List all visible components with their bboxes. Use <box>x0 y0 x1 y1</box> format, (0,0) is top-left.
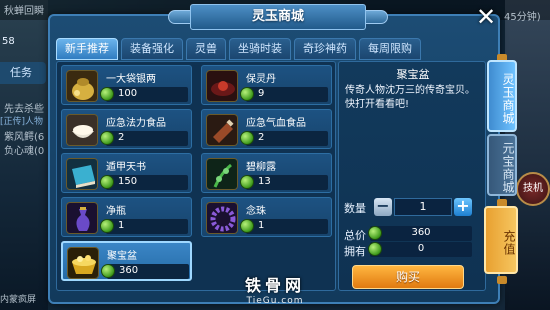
total-price-box: 360 <box>368 226 472 241</box>
item-name: 应急法力食品 <box>106 118 166 129</box>
tab-mounts[interactable]: 坐骑时装 <box>229 38 291 60</box>
close-icon[interactable]: ✕ <box>474 5 498 30</box>
book-icon <box>66 158 98 190</box>
beads-icon <box>206 202 238 234</box>
item-price: 2 <box>240 131 328 146</box>
buy-button[interactable]: 购买 <box>352 265 464 289</box>
owned-value: 0 <box>417 243 425 254</box>
total-label: 总价 <box>344 229 366 242</box>
skill-button[interactable]: 技机 <box>516 172 550 206</box>
price-value: 13 <box>258 176 271 187</box>
tab-equipment[interactable]: 装备强化 <box>121 38 183 60</box>
price-value: 2 <box>118 132 125 143</box>
item-grid: 一大袋银两 100 保灵丹 9 应急法力食品 2 应急气血食品 2 遁甲天书 1… <box>56 61 336 291</box>
item-price: 1 <box>240 219 328 234</box>
price-value: 100 <box>118 88 138 99</box>
tab-weekly-limited[interactable]: 每周限购 <box>359 38 421 60</box>
treasure-bowl-icon <box>67 247 99 279</box>
jade-coin-icon <box>100 219 114 233</box>
window-title: 灵玉商城 <box>190 4 366 30</box>
jade-coin-icon <box>101 264 115 278</box>
item-card[interactable]: 净瓶 1 <box>61 197 192 237</box>
quantity-minus-button[interactable]: − <box>374 198 392 216</box>
price-value: 2 <box>258 132 265 143</box>
item-name: 遁甲天书 <box>106 162 146 173</box>
quantity-label: 数量 <box>344 202 366 215</box>
quantity-plus-button[interactable]: + <box>454 198 472 216</box>
item-name: 一大袋银两 <box>106 74 156 85</box>
top-right-text: 45分钟) <box>504 12 541 23</box>
pill-icon <box>206 70 238 102</box>
item-name: 保灵丹 <box>246 74 276 85</box>
item-card[interactable]: 碧柳露 13 <box>201 153 332 193</box>
item-price: 360 <box>101 264 189 279</box>
side-tab-knob <box>497 276 507 284</box>
price-value: 360 <box>119 265 139 276</box>
item-name: 净瓶 <box>106 206 126 217</box>
watermark-sub: TieGu.com <box>246 296 304 306</box>
item-card[interactable]: 念珠 1 <box>201 197 332 237</box>
item-card[interactable]: 保灵丹 9 <box>201 65 332 105</box>
price-value: 1 <box>258 220 265 231</box>
jade-coin-icon <box>100 175 114 189</box>
tab-rare-medicine[interactable]: 奇珍神药 <box>294 38 356 60</box>
total-price-value: 360 <box>411 227 431 238</box>
jade-coin-icon <box>100 87 114 101</box>
item-price: 2 <box>100 131 188 146</box>
jade-coin-icon <box>240 87 254 101</box>
category-tabs: 新手推荐 装备强化 灵兽 坐骑时装 奇珍神药 每周限购 <box>56 38 421 60</box>
vase-icon <box>66 202 98 234</box>
item-name: 聚宝盆 <box>107 251 137 262</box>
item-price: 1 <box>100 219 188 234</box>
price-value: 9 <box>258 88 265 99</box>
game-screen: 秋蝉回瞬 45分钟) 58 任务 [正传]人物 先去杀些 紫风鳄(6 负心魂(0… <box>0 0 550 310</box>
silver-bag-icon <box>66 70 98 102</box>
bottom-left-text: 内蒙疯屏 <box>0 295 37 305</box>
jade-coin-icon <box>240 175 254 189</box>
herb-icon <box>206 158 238 190</box>
owned-box: 0 <box>368 242 472 257</box>
item-card-selected[interactable]: 聚宝盆 360 <box>61 241 192 281</box>
item-card[interactable]: 一大袋银两 100 <box>61 65 192 105</box>
item-name: 碧柳露 <box>246 162 276 173</box>
rice-bowl-icon <box>66 114 98 146</box>
item-card[interactable]: 应急法力食品 2 <box>61 109 192 149</box>
top-left-text: 秋蝉回瞬 <box>4 6 44 17</box>
meat-icon <box>206 114 238 146</box>
item-price: 13 <box>240 175 328 190</box>
detail-description: 传奇人物沈万三的传奇宝贝。快打开看看吧! <box>345 85 475 110</box>
task-tab[interactable]: 任务 <box>0 62 46 84</box>
item-price: 150 <box>100 175 188 190</box>
jade-coin-icon <box>240 219 254 233</box>
watermark-main: 铁骨网 <box>244 276 305 295</box>
item-name: 念珠 <box>246 206 266 217</box>
chat-line: 紫风鳄(6 <box>4 132 45 143</box>
chat-line: 先去杀些 <box>4 104 44 115</box>
owned-label: 拥有 <box>344 245 366 258</box>
side-tab-jade-store[interactable]: 灵玉商城 <box>487 60 517 132</box>
price-value: 150 <box>118 176 138 187</box>
jade-coin-icon <box>100 131 114 145</box>
item-card[interactable]: 遁甲天书 150 <box>61 153 192 193</box>
item-price: 9 <box>240 87 328 102</box>
tab-pets[interactable]: 灵兽 <box>186 38 226 60</box>
side-tab-recharge[interactable]: 充值 <box>484 206 518 274</box>
site-watermark: 铁骨网 TieGu.com <box>225 272 325 306</box>
player-level: 58 <box>2 36 15 47</box>
chat-prefix: [正传]人物 <box>0 117 44 127</box>
item-card[interactable]: 应急气血食品 2 <box>201 109 332 149</box>
item-name: 应急气血食品 <box>246 118 306 129</box>
chat-line: 负心魂(0 <box>4 146 45 157</box>
price-value: 1 <box>118 220 125 231</box>
detail-item-name: 聚宝盆 <box>396 68 430 81</box>
tab-beginner[interactable]: 新手推荐 <box>56 38 118 60</box>
side-tab-gold-store[interactable]: 元宝商城 <box>487 134 517 196</box>
item-price: 100 <box>100 87 188 102</box>
quantity-input[interactable]: 1 <box>394 198 452 216</box>
jade-coin-icon <box>240 131 254 145</box>
